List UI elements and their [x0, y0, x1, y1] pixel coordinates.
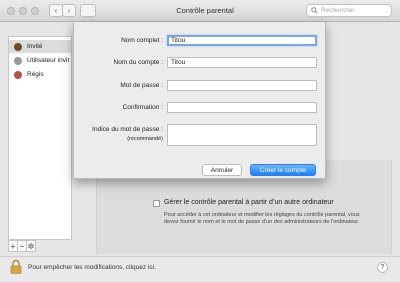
user-list[interactable]: Invité Utilisateur invit Régis	[8, 36, 72, 240]
create-account-button[interactable]: Créer le compte	[250, 164, 316, 176]
help-button[interactable]: ?	[377, 262, 388, 273]
user-name: Invité	[27, 43, 43, 50]
avatar	[14, 70, 22, 79]
remote-management-label[interactable]: Gérer le contrôle parental à partir d’un…	[164, 199, 334, 206]
full-name-label: Nom complet :	[121, 37, 163, 44]
window-title: Contrôle parental	[176, 6, 234, 15]
minimize-window-button[interactable]	[19, 7, 27, 15]
user-list-item[interactable]: Utilisateur invit	[9, 54, 71, 67]
remote-management-description: Pour accéder à cet ordinateur et modifie…	[164, 212, 360, 225]
account-name-label: Nom du compte :	[113, 59, 164, 66]
user-list-item[interactable]: Régis	[9, 68, 71, 81]
gear-icon[interactable]: ✲	[26, 240, 36, 252]
avatar	[14, 56, 22, 65]
lock-message[interactable]: Pour empêcher les modifications, cliquez…	[28, 264, 156, 271]
new-account-sheet: Nom complet : Titou Nom du compte : Tito…	[73, 22, 326, 179]
remote-management-checkbox[interactable]	[153, 200, 160, 207]
grid-icon: ⋮⋮⋮	[80, 7, 96, 13]
password-field[interactable]	[167, 80, 317, 91]
password-hint-sublabel: (recommandé)	[127, 136, 163, 142]
account-name-field[interactable]: Titou	[167, 57, 317, 68]
search-icon	[311, 7, 318, 14]
back-button[interactable]: ‹	[49, 4, 63, 17]
chevron-left-icon: ‹	[54, 5, 58, 15]
forward-button[interactable]: ›	[62, 4, 76, 17]
user-name: Utilisateur invit	[27, 57, 70, 64]
user-list-item[interactable]: Invité	[9, 40, 71, 53]
search-placeholder: Rechercher	[321, 7, 355, 14]
avatar	[14, 42, 22, 51]
password-hint-label: Indice du mot de passe :	[92, 126, 163, 133]
search-input[interactable]: Rechercher	[306, 4, 392, 17]
window-titlebar: ‹ › ⋮⋮⋮ Contrôle parental Rechercher	[0, 0, 400, 22]
chevron-right-icon: ›	[67, 5, 71, 15]
password-label: Mot de passe :	[120, 82, 163, 89]
show-all-button[interactable]: ⋮⋮⋮	[80, 4, 96, 17]
lock-icon[interactable]	[10, 259, 22, 274]
zoom-window-button[interactable]	[31, 7, 39, 15]
confirm-password-field[interactable]	[167, 102, 317, 113]
user-name: Régis	[27, 71, 44, 78]
full-name-field[interactable]: Titou	[167, 35, 317, 46]
confirm-password-label: Confirmation :	[122, 104, 163, 111]
cancel-button[interactable]: Annuler	[202, 164, 242, 176]
close-window-button[interactable]	[7, 7, 15, 15]
user-list-controls: + − ✲	[8, 240, 72, 252]
password-hint-field[interactable]	[167, 124, 317, 146]
